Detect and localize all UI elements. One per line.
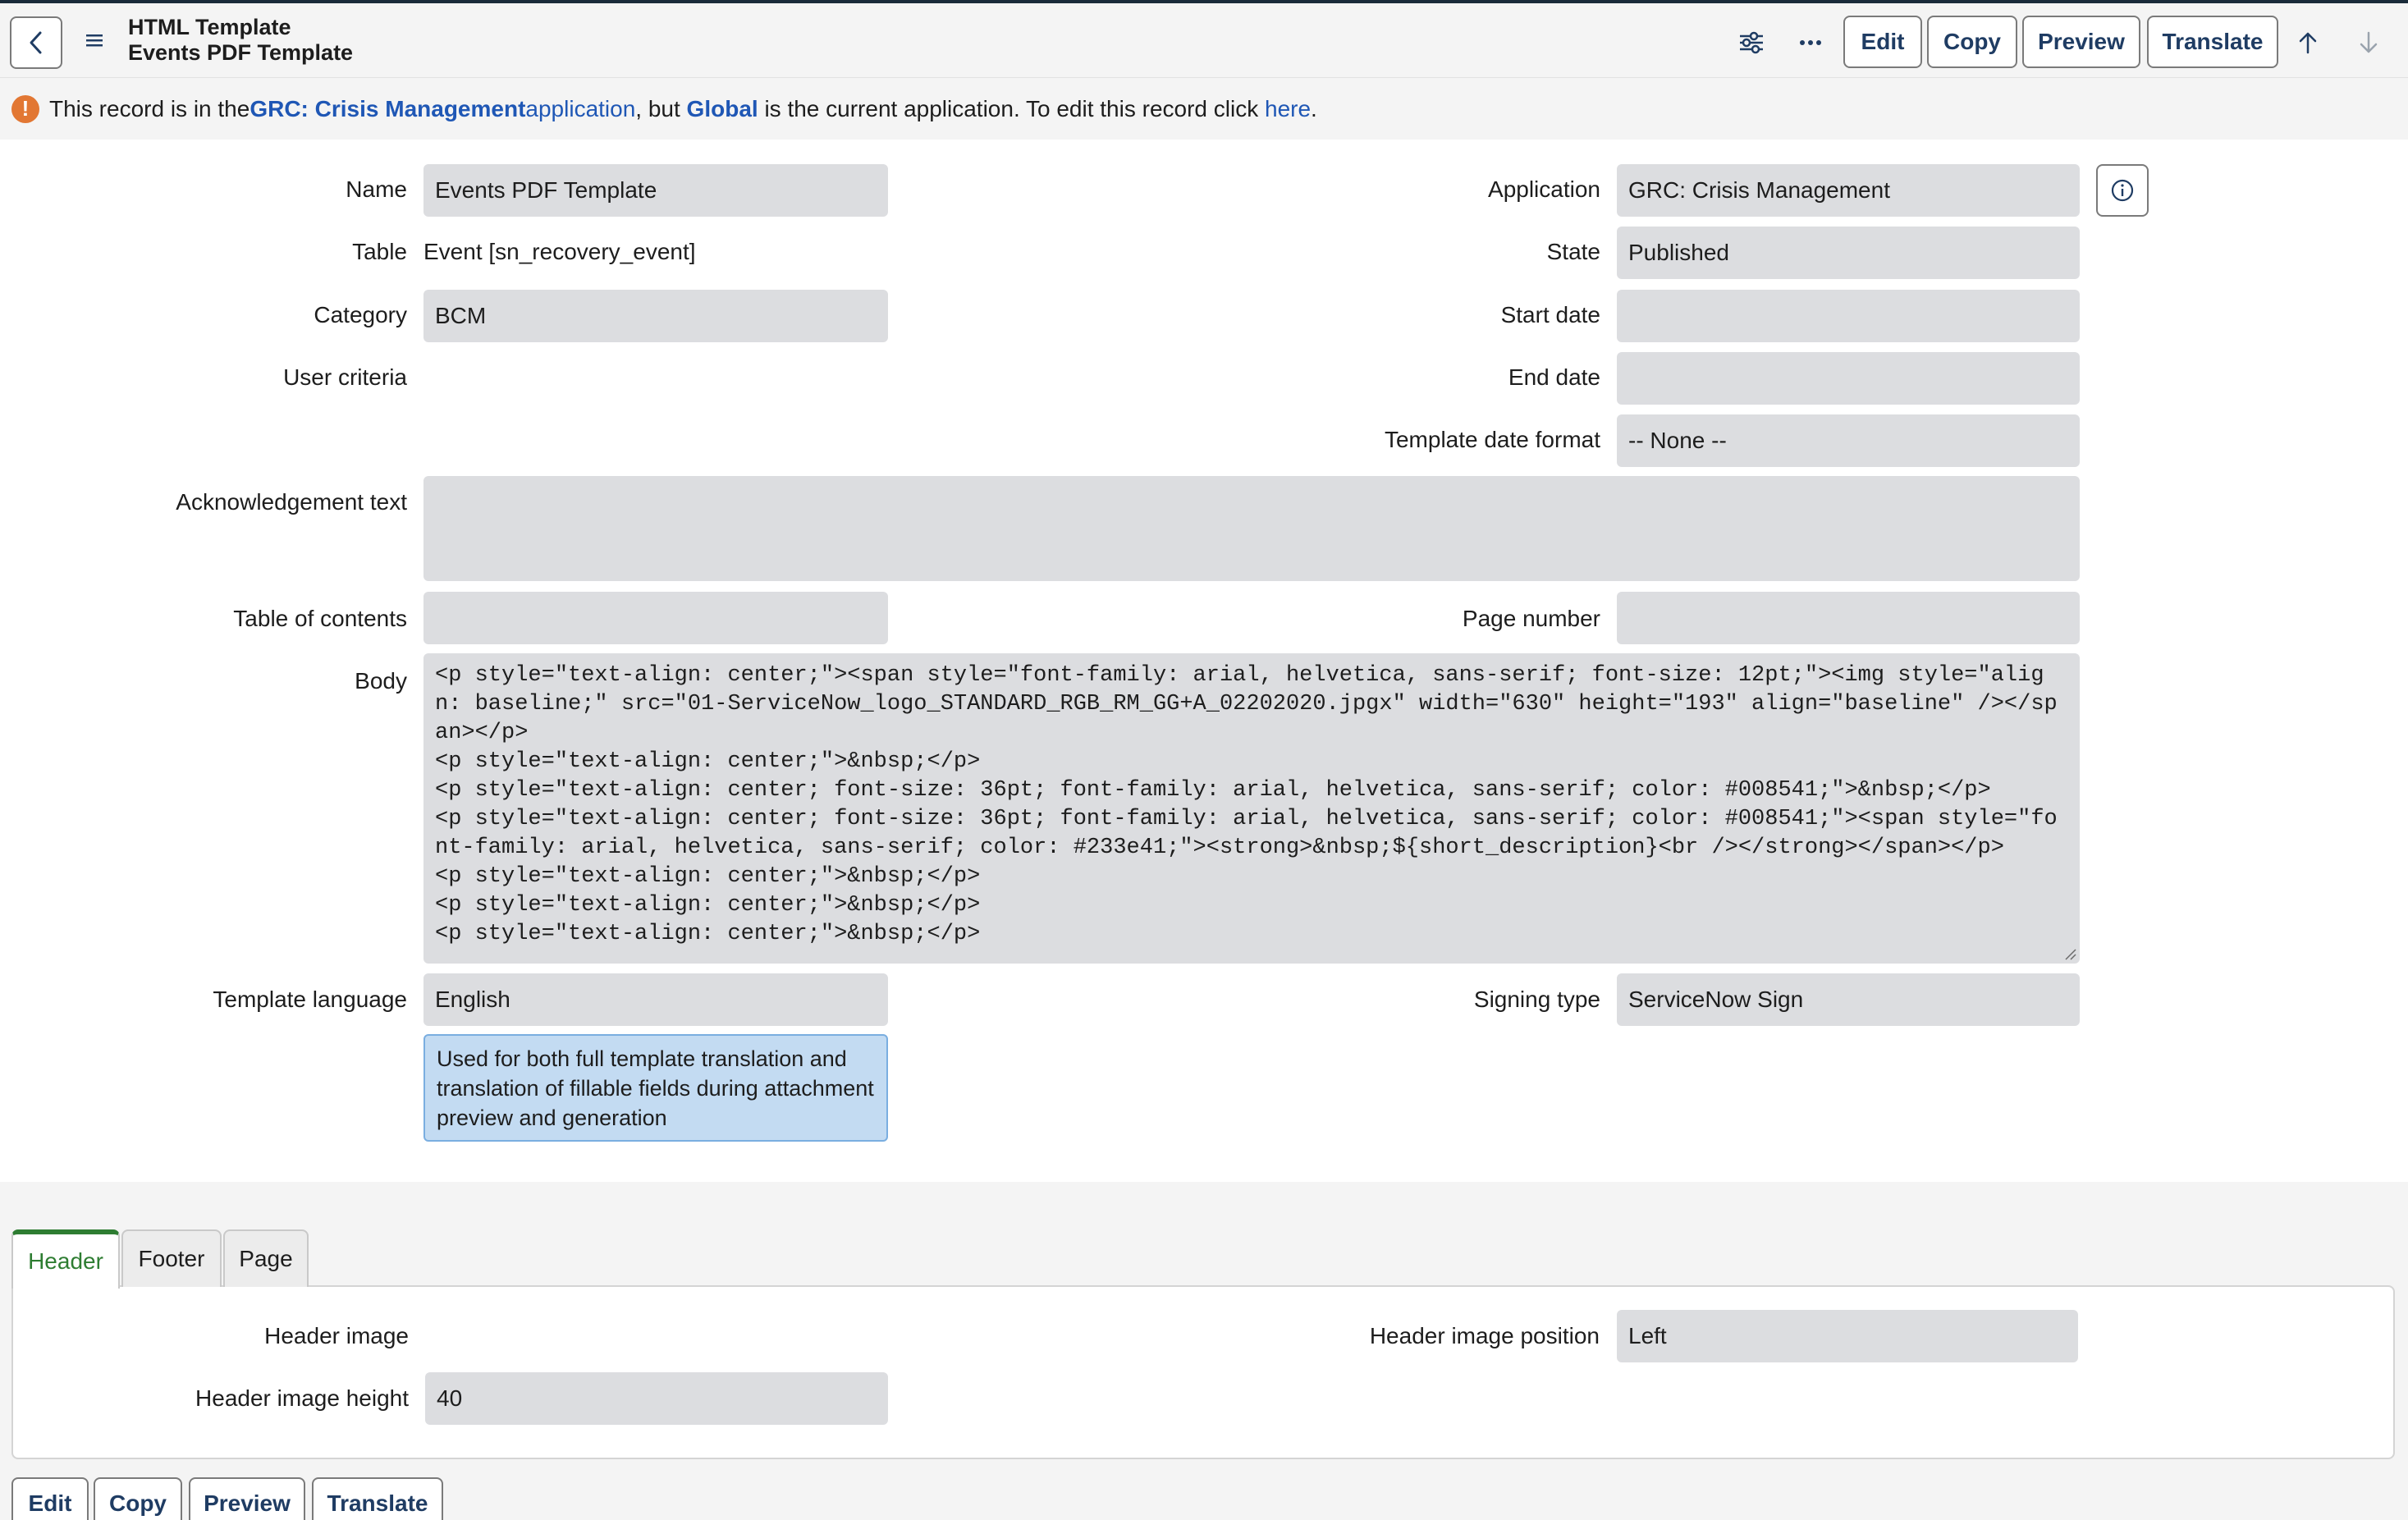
- application-label: Application: [1488, 176, 1600, 202]
- date-format-label: Template date format: [1384, 427, 1600, 452]
- bottom-preview-button[interactable]: Preview: [189, 1477, 305, 1520]
- arrow-down-icon[interactable]: [2352, 26, 2385, 59]
- ellipsis-icon[interactable]: [1794, 26, 1827, 59]
- resize-grip-icon[interactable]: [2063, 947, 2076, 960]
- edit-button[interactable]: Edit: [1843, 16, 1922, 68]
- bottom-edit-button[interactable]: Edit: [11, 1477, 89, 1520]
- body-label: Body: [355, 668, 407, 694]
- application-link[interactable]: GRC: Crisis Management: [249, 96, 525, 122]
- name-field[interactable]: Events PDF Template: [423, 164, 888, 217]
- sliders-icon[interactable]: [1735, 26, 1768, 59]
- application-field[interactable]: GRC: Crisis Management: [1617, 164, 2080, 217]
- body-textarea[interactable]: <p style="text-align: center;"><span sty…: [423, 653, 2080, 964]
- table-title: HTML Template: [128, 15, 291, 39]
- header-image-position-select[interactable]: Left: [1617, 1310, 2078, 1362]
- header-image-height-label: Header image height: [195, 1385, 409, 1411]
- application-info-button[interactable]: [2096, 164, 2149, 217]
- banner-text-1: This record is in the: [49, 95, 250, 121]
- end-date-label: End date: [1508, 364, 1600, 390]
- banner-text-2: , but: [635, 95, 687, 121]
- application-word[interactable]: application: [525, 96, 635, 122]
- bottom-copy-button[interactable]: Copy: [94, 1477, 182, 1520]
- body-content: <p style="text-align: center;"><span sty…: [435, 663, 2058, 946]
- toc-field[interactable]: [423, 592, 888, 644]
- signing-type-field[interactable]: ServiceNow Sign: [1617, 973, 2080, 1026]
- state-field[interactable]: Published: [1617, 227, 2080, 279]
- state-label: State: [1546, 239, 1600, 264]
- category-label: Category: [314, 302, 407, 327]
- global-link[interactable]: Global: [687, 96, 758, 122]
- template-language-label: Template language: [213, 987, 407, 1012]
- user-criteria-label: User criteria: [283, 364, 407, 390]
- translate-button[interactable]: Translate: [2147, 16, 2278, 68]
- record-title: HTML Template Events PDF Template: [128, 15, 353, 66]
- hamburger-icon[interactable]: [84, 30, 105, 51]
- date-format-select[interactable]: -- None --: [1617, 414, 2080, 467]
- end-date-field[interactable]: [1617, 352, 2080, 405]
- copy-button[interactable]: Copy: [1927, 16, 2017, 68]
- record-header: HTML Template Events PDF Template Edit C…: [0, 0, 2408, 78]
- banner-text-3: is the current application. To edit this…: [758, 95, 1265, 121]
- header-image-height-field[interactable]: 40: [425, 1372, 888, 1425]
- warning-icon: !: [11, 94, 39, 123]
- template-language-hint: Used for both full template translation …: [423, 1034, 888, 1142]
- info-icon: [2111, 179, 2134, 202]
- banner-text-4: .: [1311, 95, 1317, 121]
- ack-text-label: Acknowledgement text: [176, 489, 407, 515]
- template-language-field[interactable]: English: [423, 973, 888, 1026]
- tab-footer[interactable]: Footer: [121, 1229, 222, 1287]
- bottom-translate-button[interactable]: Translate: [312, 1477, 443, 1520]
- header-image-label: Header image: [264, 1323, 409, 1348]
- name-label: Name: [346, 176, 407, 202]
- toc-label: Table of contents: [233, 606, 407, 631]
- tab-page[interactable]: Page: [223, 1229, 309, 1287]
- signing-type-label: Signing type: [1473, 987, 1600, 1012]
- start-date-label: Start date: [1500, 302, 1600, 327]
- arrow-up-icon[interactable]: [2291, 26, 2324, 59]
- chevron-left-icon: [30, 31, 42, 54]
- table-label: Table: [352, 239, 407, 264]
- back-button[interactable]: [10, 16, 62, 69]
- page-number-field[interactable]: [1617, 592, 2080, 644]
- start-date-field[interactable]: [1617, 290, 2080, 342]
- header-image-position-label: Header image position: [1369, 1323, 1600, 1348]
- here-link[interactable]: here: [1265, 96, 1311, 122]
- page-number-label: Page number: [1462, 606, 1600, 631]
- record-name-title: Events PDF Template: [128, 40, 354, 65]
- category-field[interactable]: BCM: [423, 290, 888, 342]
- table-value: Event [sn_recovery_event]: [423, 239, 696, 264]
- ack-text-field[interactable]: [423, 476, 2080, 581]
- tab-header[interactable]: Header: [11, 1229, 120, 1289]
- preview-button[interactable]: Preview: [2022, 16, 2140, 68]
- application-scope-banner: ! This record is in the GRC: Crisis Mana…: [0, 78, 2408, 140]
